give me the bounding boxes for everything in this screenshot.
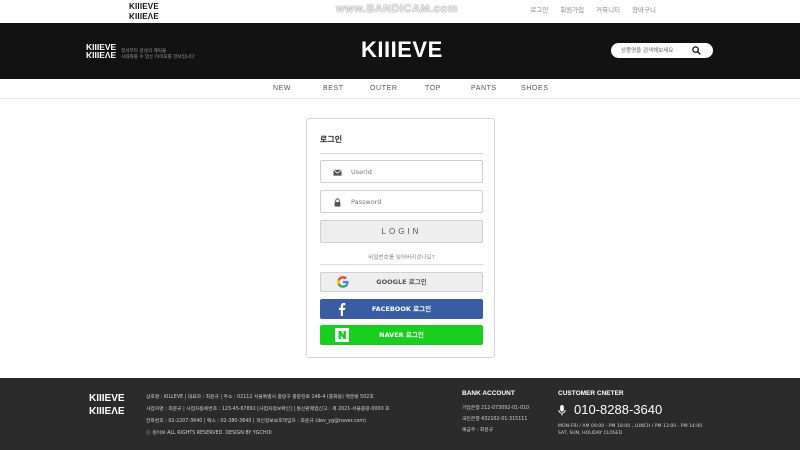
tagline-line-2: 시대와를 수 있는 타이포를 만보입니다 xyxy=(121,55,195,60)
customer-phone: 010-8288-3640 xyxy=(574,402,663,417)
company-info-line: 전화번호 : 02-2207-3640 | 팩스 : 02-380-3640 |… xyxy=(146,419,366,424)
facebook-login-button[interactable]: FACEBOOK 로그인 xyxy=(320,299,483,319)
envelope-icon xyxy=(333,169,342,176)
nav-item-outer[interactable]: OUTER xyxy=(370,85,398,92)
account-holder: 예금주 : 최윤규 xyxy=(462,428,494,433)
customer-center-title: CUSTOMER CNETER xyxy=(558,390,624,397)
search-box xyxy=(611,43,713,58)
header-logo-mirror: KIIIEVE xyxy=(86,50,117,60)
naver-login-label: NAVER 로그인 xyxy=(379,331,424,339)
login-title: 로그인 xyxy=(320,135,343,144)
category-nav: NEW BEST OUTER TOP PANTS SHOES xyxy=(0,79,800,99)
nav-item-pants[interactable]: PANTS xyxy=(471,85,497,92)
top-logo-mirror: KIIIEVE xyxy=(129,11,159,20)
header-logo[interactable]: KIIIEVE KIIIEVE xyxy=(86,43,118,60)
nav-item-best[interactable]: BEST xyxy=(323,85,344,92)
search-input[interactable] xyxy=(621,45,693,56)
site-header: KIIIEVE KIIIEVE 정석부터 감성의 캐릭을 시대와를 수 있는 타… xyxy=(0,23,800,79)
naver-icon xyxy=(335,328,349,342)
nav-item-shoes[interactable]: SHOES xyxy=(521,85,549,92)
bank-account-line: 기업은행 212-073092-01-010 xyxy=(462,406,530,411)
top-links: 로그인 회원가입 커뮤니티 장바구니 xyxy=(524,6,662,15)
bank-account-title: BANK ACCOUNT xyxy=(462,390,515,397)
top-logo[interactable]: KIIIEVE KIIIEVE xyxy=(129,2,159,21)
top-logo-text: KIIIEVE xyxy=(129,2,159,11)
login-link[interactable]: 로그인 xyxy=(524,6,554,15)
google-login-label: GOOGLE 로그인 xyxy=(376,278,427,286)
cart-link[interactable]: 장바구니 xyxy=(626,6,662,15)
footer-logo-mirror: KIIIEVE xyxy=(89,404,125,415)
top-bar: KIIIEVE KIIIEVE www.BANDICAM.com 로그인 회원가… xyxy=(0,0,800,23)
nav-item-new[interactable]: NEW xyxy=(273,85,291,92)
company-info-line: 상호명 : KILLEVE | 대표자 : 최윤규 | 주소 : 02112 서… xyxy=(146,395,374,400)
bank-account-list: 기업은행 212-073092-01-010 국민은행 432102-01-31… xyxy=(462,403,529,436)
footer-logo: KIIIEVE KIIIEVE xyxy=(89,393,129,416)
bank-account-line: 국민은행 432102-01-315111 xyxy=(462,417,528,422)
nav-item-top[interactable]: TOP xyxy=(425,85,441,92)
community-link[interactable]: 커뮤니티 xyxy=(590,6,626,15)
naver-login-button[interactable]: NAVER 로그인 xyxy=(320,325,483,345)
password-field xyxy=(320,190,483,213)
company-info: 상호명 : KILLEVE | 대표자 : 최윤규 | 주소 : 02112 서… xyxy=(146,392,390,440)
title-divider xyxy=(320,153,483,154)
userid-field xyxy=(320,160,483,183)
site-footer: KIIIEVE KIIIEVE 상호명 : KILLEVE | 대표자 : 최윤… xyxy=(0,378,800,450)
footer-logo-text: KIIIEVE xyxy=(89,393,125,404)
social-divider xyxy=(320,264,483,265)
business-hours: MON-FRI / AM 09:00 - PM 18:00 , LUNCH / … xyxy=(558,423,702,437)
search-icon[interactable] xyxy=(692,46,701,55)
facebook-login-label: FACEBOOK 로그인 xyxy=(371,305,432,313)
business-hours-line: MON-FRI / AM 09:00 - PM 18:00 , LUNCH / … xyxy=(558,424,703,429)
facebook-icon xyxy=(338,303,346,316)
lock-icon xyxy=(334,198,341,207)
closed-days: SAT, SUN, HOLIDAY CLOSED xyxy=(558,431,623,436)
password-input[interactable] xyxy=(351,196,471,208)
login-button[interactable]: LOGIN xyxy=(320,220,483,243)
userid-input[interactable] xyxy=(351,166,471,178)
page: KIIIEVE KIIIEVE www.BANDICAM.com 로그인 회원가… xyxy=(0,0,800,450)
company-info-line: 사업자명 : 최윤규 | 사업자등록번호 : 123-45-67891 [사업자… xyxy=(146,407,390,412)
microphone-icon xyxy=(558,405,566,416)
brand-title[interactable]: KIIIEVE xyxy=(361,37,443,63)
google-icon xyxy=(337,276,349,288)
copyright: ⓒ 킬이브 ALL RIGHTS RESERVED. DESIGN BY YGC… xyxy=(146,431,272,436)
header-tagline: 정석부터 감성의 캐릭을 시대와를 수 있는 타이포를 만보입니다 xyxy=(121,49,194,61)
login-card: 로그인 LOGIN 비밀번호를 잊어버리셨나요? xyxy=(306,118,495,358)
forgot-password-link[interactable]: 비밀번호를 잊어버리셨나요? xyxy=(307,253,496,261)
recording-watermark: www.BANDICAM.com xyxy=(336,3,458,15)
google-login-button[interactable]: GOOGLE 로그인 xyxy=(320,272,483,292)
signup-link[interactable]: 회원가입 xyxy=(554,6,590,15)
